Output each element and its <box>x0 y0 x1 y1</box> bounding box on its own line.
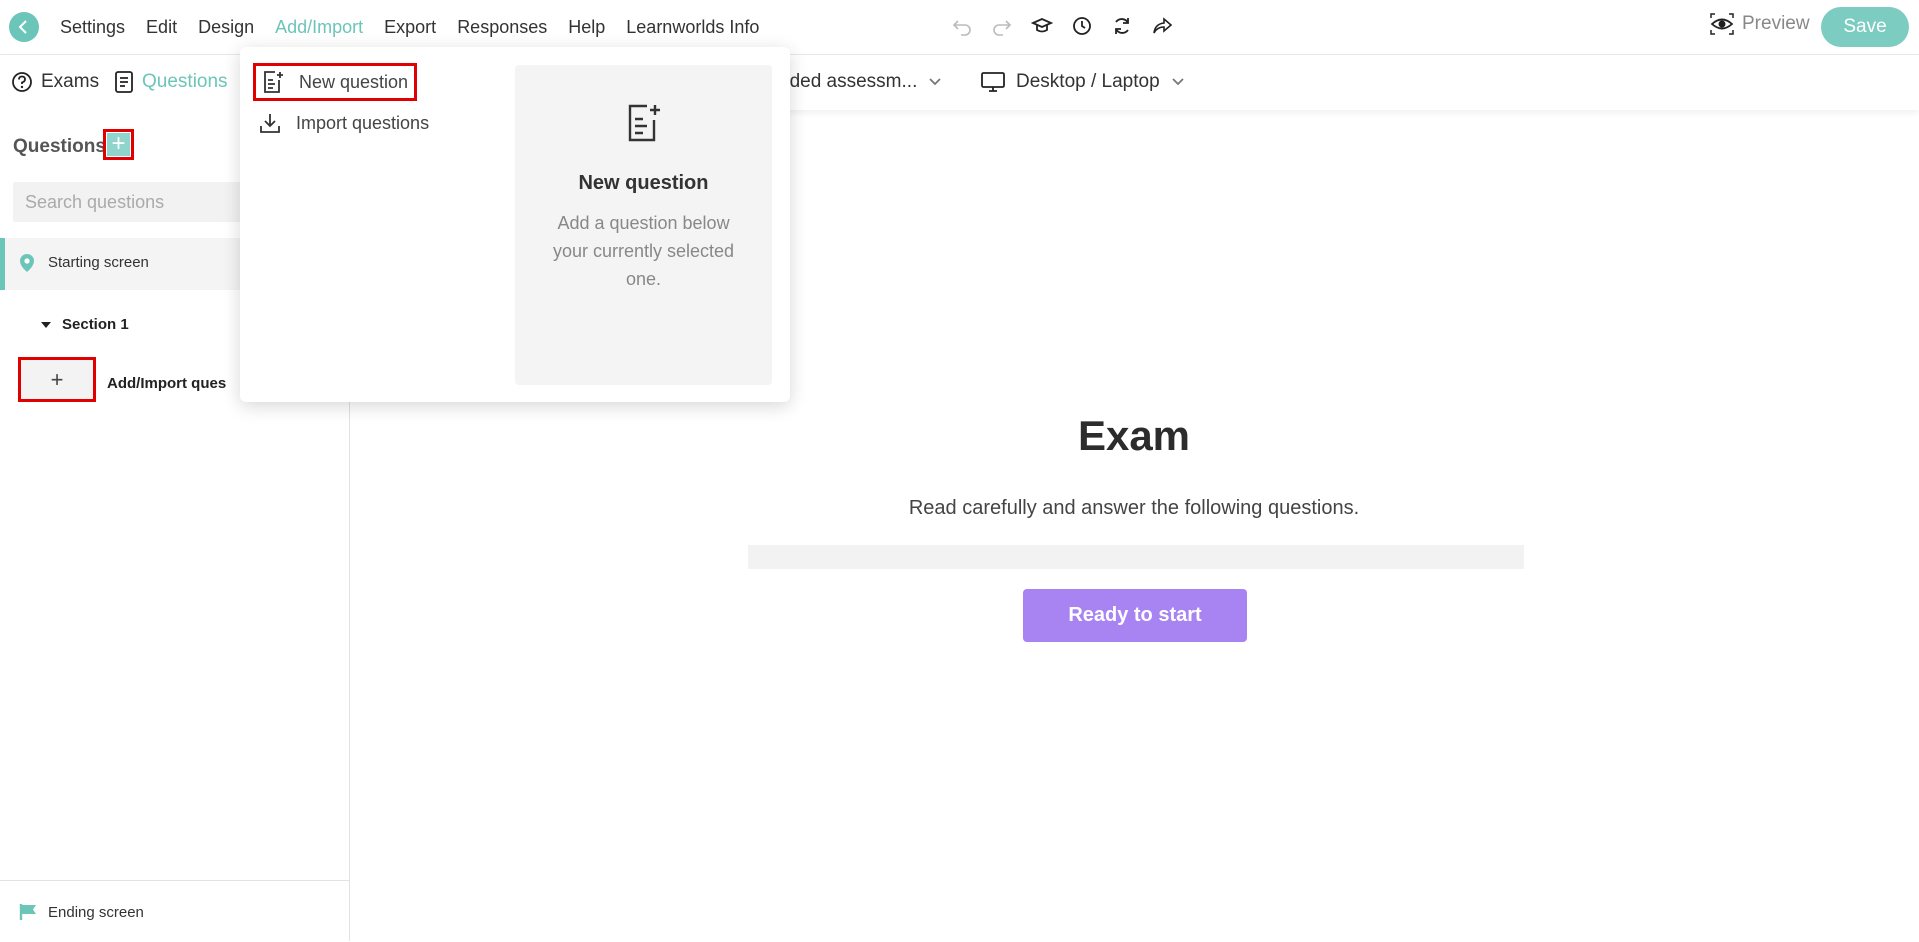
assessment-select[interactable]: aded assessm... <box>779 71 943 93</box>
preview-label: Preview <box>1742 13 1810 34</box>
section-label: Section 1 <box>62 316 129 333</box>
main-menu: Settings Edit Design Add/Import Export R… <box>60 0 759 54</box>
menu-help[interactable]: Help <box>568 17 605 38</box>
ending-screen-label: Ending screen <box>48 904 144 921</box>
add-question-button[interactable]: + <box>103 129 134 160</box>
menu-settings[interactable]: Settings <box>60 17 125 38</box>
new-question-label: New question <box>299 71 409 92</box>
info-description: Add a question below your currently sele… <box>552 213 735 289</box>
exam-progress-bar <box>748 545 1524 569</box>
chevron-left-icon <box>18 20 27 34</box>
tab-exams[interactable]: Exams <box>11 71 99 93</box>
chevron-down-icon <box>1172 78 1184 86</box>
menu-learnworlds-info[interactable]: Learnworlds Info <box>626 17 759 38</box>
tab-questions[interactable]: Questions <box>114 71 228 93</box>
caret-down-icon <box>41 321 51 328</box>
section-toggle[interactable]: Section 1 <box>40 316 129 333</box>
device-select[interactable]: Desktop / Laptop <box>980 71 1186 93</box>
clock-icon[interactable] <box>1070 14 1094 38</box>
location-pin-icon <box>20 254 34 272</box>
plus-icon: + <box>107 132 130 156</box>
plus-icon: + <box>50 366 64 392</box>
assessment-select-value: aded assessm... <box>779 71 918 92</box>
undo-icon[interactable] <box>950 14 974 38</box>
menu-edit[interactable]: Edit <box>146 17 177 38</box>
menu-responses[interactable]: Responses <box>457 17 547 38</box>
help-circle-icon <box>12 72 32 92</box>
new-document-icon <box>515 103 772 148</box>
dropdown-info-panel: New question Add a question below your c… <box>515 65 772 385</box>
toolbar-icons <box>950 14 1174 38</box>
document-icon <box>115 71 133 93</box>
add-import-questions-button[interactable]: + <box>18 357 96 402</box>
monitor-icon <box>981 72 1005 92</box>
import-questions-item[interactable]: Import questions <box>258 111 429 135</box>
sidebar-title: Questions <box>13 136 106 157</box>
import-questions-label: Import questions <box>296 112 430 133</box>
info-title: New question <box>578 172 709 194</box>
tab-exams-label: Exams <box>41 71 100 92</box>
refresh-icon[interactable] <box>1110 14 1134 38</box>
menu-design[interactable]: Design <box>198 17 254 38</box>
device-select-value: Desktop / Laptop <box>1016 71 1160 92</box>
starting-screen-label: Starting screen <box>48 254 149 271</box>
save-button[interactable]: Save <box>1821 7 1909 47</box>
menu-add-import[interactable]: Add/Import <box>275 17 363 38</box>
sidebar-item-ending-screen[interactable]: Ending screen <box>0 880 349 942</box>
new-question-item[interactable]: New question <box>253 63 418 101</box>
preview-button[interactable]: Preview <box>1710 13 1810 35</box>
tab-questions-label: Questions <box>142 71 228 92</box>
chevron-down-icon <box>929 78 941 86</box>
flag-icon <box>19 904 36 920</box>
add-import-questions-label[interactable]: Add/Import ques <box>107 375 226 392</box>
share-icon[interactable] <box>1150 14 1174 38</box>
download-icon <box>260 114 280 133</box>
menu-export[interactable]: Export <box>384 17 436 38</box>
graduation-cap-icon[interactable] <box>1030 14 1054 38</box>
redo-icon[interactable] <box>990 14 1014 38</box>
add-import-dropdown: New question Import questions New questi… <box>240 47 790 402</box>
back-button[interactable] <box>9 12 39 42</box>
exam-subtitle: Read carefully and answer the following … <box>908 497 1360 519</box>
new-document-icon <box>264 71 283 93</box>
ready-to-start-button[interactable]: Ready to start <box>1023 589 1247 642</box>
eye-icon <box>1710 13 1734 35</box>
exam-title: Exam <box>1077 412 1191 459</box>
